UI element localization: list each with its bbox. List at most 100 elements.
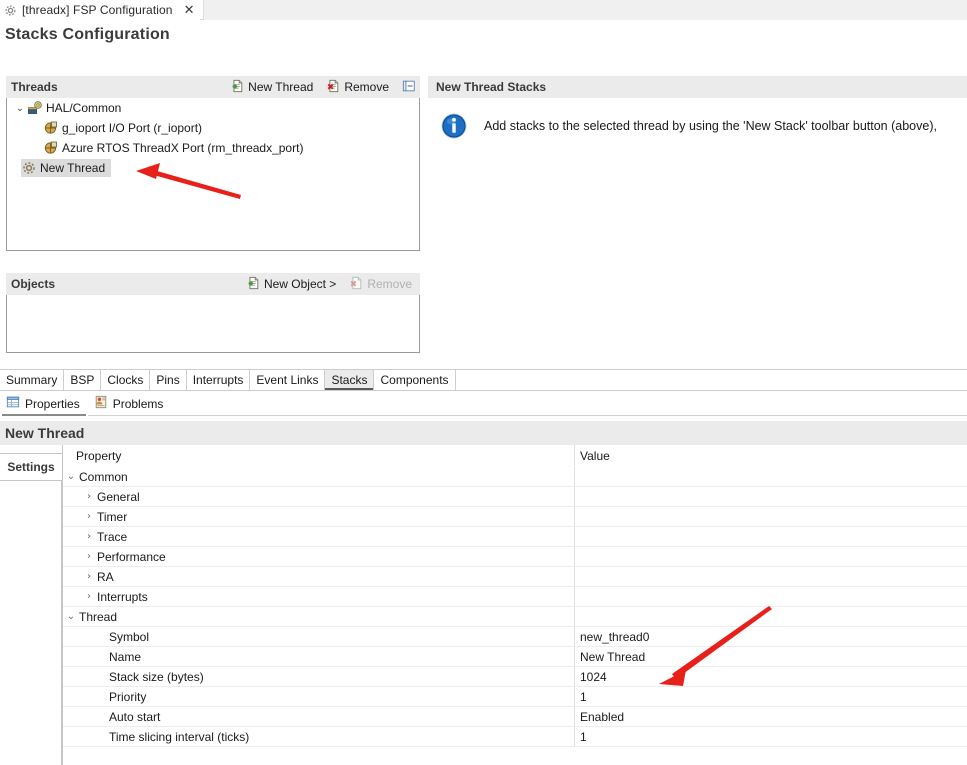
property-label: Symbol xyxy=(109,629,150,644)
tree-item-hal-common[interactable]: ⌄ HAL/Common xyxy=(7,98,419,118)
remove-thread-label: Remove xyxy=(344,80,389,94)
view-tab-properties[interactable]: Properties xyxy=(0,391,88,416)
tab-components[interactable]: Components xyxy=(374,370,456,390)
fsp-configuration-editor: [threadx] FSP Configuration ✕ Stacks Con… xyxy=(0,0,967,765)
property-label: General xyxy=(97,489,140,504)
property-row-trace[interactable]: › Trace xyxy=(63,527,967,547)
new-document-icon xyxy=(246,276,260,293)
remove-object-label: Remove xyxy=(367,277,412,291)
threads-panel: Threads New Thread Remove ⌄ HAL/Common g… xyxy=(6,76,420,251)
property-row-auto-start[interactable]: Auto start Enabled xyxy=(63,707,967,727)
remove-document-icon xyxy=(349,276,363,293)
property-value[interactable]: Enabled xyxy=(580,710,624,724)
chevron-right-icon[interactable]: › xyxy=(81,491,97,502)
property-label: RA xyxy=(97,569,114,584)
chevron-right-icon[interactable]: › xyxy=(81,551,97,562)
property-row-interrupts[interactable]: › Interrupts xyxy=(63,587,967,607)
property-value[interactable]: 1 xyxy=(580,690,587,704)
tab-pins[interactable]: Pins xyxy=(150,370,187,390)
editor-tab-threadx-fsp-configuration[interactable]: [threadx] FSP Configuration ✕ xyxy=(0,0,201,20)
objects-panel-title: Objects xyxy=(11,277,56,291)
view-tab-problems[interactable]: Problems xyxy=(88,392,172,416)
property-label: Timer xyxy=(97,509,128,524)
property-row-stack-size[interactable]: Stack size (bytes) 1024 xyxy=(63,667,967,687)
view-tab-label: Properties xyxy=(25,396,80,411)
stack-module-icon xyxy=(43,120,59,136)
collapse-all-button[interactable] xyxy=(400,78,418,97)
objects-list[interactable] xyxy=(6,295,420,353)
property-row-timer[interactable]: › Timer xyxy=(63,507,967,527)
tab-bsp[interactable]: BSP xyxy=(64,370,102,390)
tree-item-selection: New Thread xyxy=(21,159,112,177)
thread-stacks-body[interactable]: Add stacks to the selected thread by usi… xyxy=(428,98,967,273)
properties-title: New Thread xyxy=(5,425,85,441)
view-tab-label: Problems xyxy=(112,396,164,411)
property-row-thread[interactable]: ⌄ Thread xyxy=(63,607,967,627)
remove-object-button[interactable]: Remove xyxy=(347,275,414,294)
property-row-name[interactable]: Name New Thread xyxy=(63,647,967,667)
stack-module-icon xyxy=(43,140,59,156)
new-thread-button[interactable]: New Thread xyxy=(228,78,315,97)
side-tab-label: Settings xyxy=(7,460,55,474)
property-label: Performance xyxy=(97,549,166,564)
tab-clocks[interactable]: Clocks xyxy=(101,370,151,390)
property-row-common[interactable]: ⌄ Common xyxy=(63,467,967,487)
new-object-button[interactable]: New Object > xyxy=(244,275,338,294)
chevron-right-icon[interactable]: › xyxy=(81,591,97,602)
property-label: Auto start xyxy=(109,709,161,724)
info-icon xyxy=(440,112,468,140)
property-row-general[interactable]: › General xyxy=(63,487,967,507)
chevron-right-icon[interactable]: › xyxy=(81,531,97,542)
stacks-info-text: Add stacks to the selected thread by usi… xyxy=(484,119,937,133)
side-tab-settings[interactable]: Settings xyxy=(0,453,62,481)
tree-item-new-thread[interactable]: New Thread xyxy=(7,158,419,178)
tab-summary[interactable]: Summary xyxy=(0,370,65,390)
property-label: Common xyxy=(79,469,128,484)
property-value[interactable]: 1 xyxy=(580,730,587,744)
hal-module-icon xyxy=(27,100,43,116)
tab-label: BSP xyxy=(70,373,95,387)
properties-table[interactable]: Property Value ⌄ Common › General › Timer ›… xyxy=(62,445,967,765)
property-label: Interrupts xyxy=(97,589,148,604)
tree-item-azure-rtos-threadx-port[interactable]: Azure RTOS ThreadX Port (rm_threadx_port… xyxy=(7,138,419,158)
property-row-symbol[interactable]: Symbol new_thread0 xyxy=(63,627,967,647)
editor-tab-label: [threadx] FSP Configuration xyxy=(22,3,173,17)
properties-side-tabs: Settings xyxy=(0,453,62,765)
chevron-down-icon[interactable]: ⌄ xyxy=(63,471,79,482)
property-value[interactable]: new_thread0 xyxy=(580,630,649,644)
chevron-right-icon[interactable]: › xyxy=(81,511,97,522)
tab-label: Interrupts xyxy=(192,373,244,387)
properties-icon xyxy=(6,395,20,412)
threads-tree[interactable]: ⌄ HAL/Common g_ioport I/O Port (r_ioport… xyxy=(6,98,420,251)
threads-panel-header: Threads New Thread Remove xyxy=(6,76,420,98)
tab-stacks[interactable]: Stacks xyxy=(325,370,375,390)
tab-label: Stacks xyxy=(331,373,368,387)
thread-gear-icon xyxy=(21,160,37,176)
tab-interrupts[interactable]: Interrupts xyxy=(186,370,251,390)
remove-thread-button[interactable]: Remove xyxy=(324,78,391,97)
tab-event-links[interactable]: Event Links xyxy=(250,370,326,390)
new-object-label: New Object > xyxy=(263,277,337,291)
column-header-value: Value xyxy=(580,448,610,463)
threads-toolbar: New Thread Remove xyxy=(228,76,418,98)
new-thread-label: New Thread xyxy=(248,80,314,94)
property-label: Time slicing interval (ticks) xyxy=(109,729,250,744)
chevron-right-icon[interactable]: › xyxy=(81,571,97,582)
new-document-icon xyxy=(230,79,244,96)
tree-item-label: HAL/Common xyxy=(46,101,122,115)
property-row-time-slicing-interval[interactable]: Time slicing interval (ticks) 1 xyxy=(63,727,967,747)
property-row-performance[interactable]: › Performance xyxy=(63,547,967,567)
properties-table-header: Property Value xyxy=(63,445,967,467)
tree-item-g-ioport[interactable]: g_ioport I/O Port (r_ioport) xyxy=(7,118,419,138)
chevron-down-icon[interactable]: ⌄ xyxy=(13,103,27,114)
tree-item-label: g_ioport I/O Port (r_ioport) xyxy=(62,121,203,135)
property-value[interactable]: 1024 xyxy=(580,670,607,684)
property-value[interactable]: New Thread xyxy=(580,650,645,664)
property-row-priority[interactable]: Priority 1 xyxy=(63,687,967,707)
close-icon[interactable]: ✕ xyxy=(184,4,195,17)
threads-panel-title: Threads xyxy=(11,80,58,94)
thread-stacks-title: New Thread Stacks xyxy=(436,80,547,94)
chevron-down-icon[interactable]: ⌄ xyxy=(63,611,79,622)
editor-bottom-tabs: Summary BSP Clocks Pins Interrupts Event… xyxy=(0,369,967,391)
property-row-ra[interactable]: › RA xyxy=(63,567,967,587)
